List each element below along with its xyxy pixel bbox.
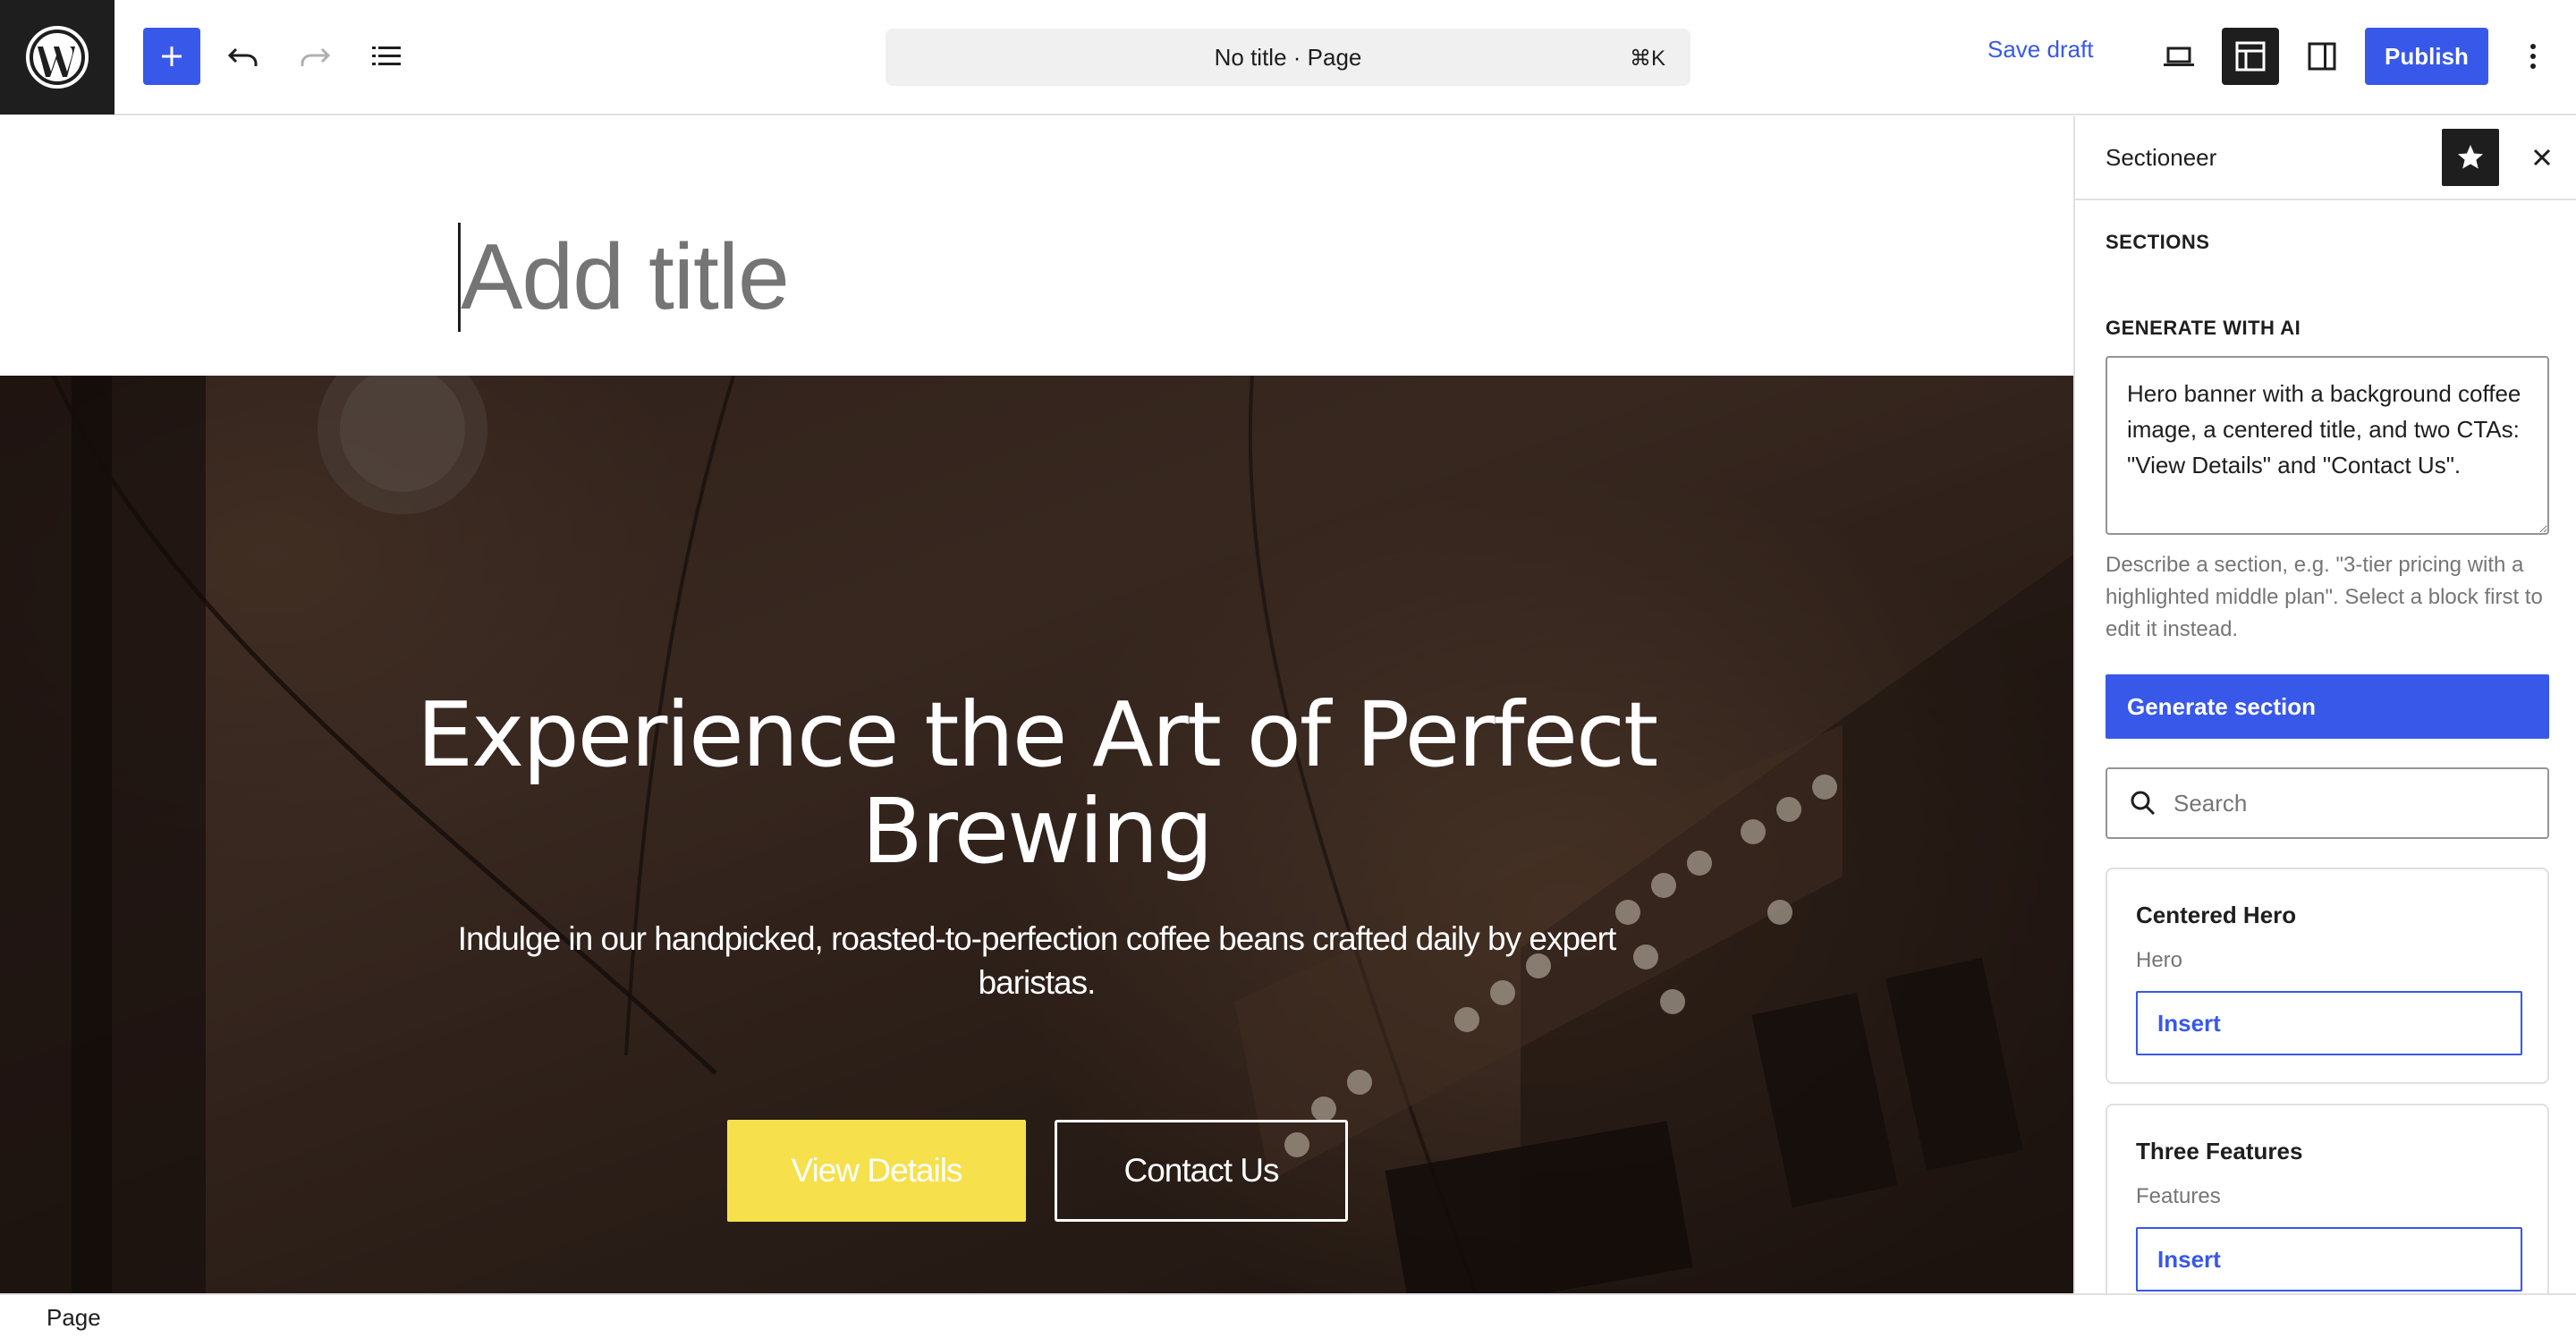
section-card-title: Three Features <box>2136 1138 2303 1164</box>
insert-centered-hero-button[interactable]: Insert <box>2136 991 2522 1055</box>
desktop-icon <box>2164 47 2194 66</box>
publish-button[interactable]: Publish <box>2365 28 2488 85</box>
editor-toolbar: No title · Page ⌘K Save draft Publish <box>0 0 2576 115</box>
section-search-field[interactable]: Search <box>2106 767 2549 839</box>
redo-button[interactable] <box>286 28 343 85</box>
document-title-command-bar[interactable]: No title · Page ⌘K <box>886 29 1690 86</box>
hero-cover-block[interactable]: Experience the Art of Perfect Brewing In… <box>0 376 2073 1293</box>
star-icon <box>2458 145 2483 169</box>
post-title-field[interactable]: Add title <box>458 219 790 335</box>
close-icon <box>2533 148 2551 166</box>
document-overview-button[interactable] <box>358 28 415 85</box>
add-block-button[interactable] <box>143 28 200 85</box>
options-menu-button[interactable] <box>2504 28 2562 85</box>
list-view-icon <box>372 47 401 65</box>
sidebar-header: Sectioneer <box>2075 116 2576 200</box>
undo-icon <box>227 47 258 66</box>
hero-subtitle[interactable]: Indulge in our handpicked, roasted-to-pe… <box>455 917 1618 1004</box>
section-card-title: Centered Hero <box>2136 902 2297 928</box>
section-card-category: Hero <box>2136 948 2183 972</box>
more-vertical-icon <box>2530 44 2536 69</box>
search-icon <box>2131 791 2156 816</box>
section-card: Three Features Features Insert <box>2106 1104 2549 1293</box>
plus-icon <box>162 47 182 66</box>
save-draft-button[interactable]: Save draft <box>1987 36 2094 64</box>
ai-prompt-input[interactable]: Hero banner with a background coffee ima… <box>2106 356 2549 535</box>
contact-us-button[interactable]: Contact Us <box>1055 1120 1348 1222</box>
insert-three-features-button[interactable]: Insert <box>2136 1227 2522 1291</box>
generate-section-button[interactable]: Generate section <box>2106 674 2549 739</box>
block-breadcrumb-bar: Page <box>0 1293 2576 1338</box>
title-placeholder: Add title <box>461 224 790 329</box>
prompt-help-text: Describe a section, e.g. "3-tier pricing… <box>2106 553 2543 641</box>
search-placeholder: Search <box>2174 789 2248 817</box>
sidebar-title: Sectioneer <box>2106 144 2217 171</box>
editor-canvas: Add title Experience the Art of Perfect … <box>0 116 2073 1293</box>
document-title: No title · Page <box>1214 43 1362 71</box>
preview-device-button[interactable] <box>2150 28 2207 85</box>
pin-plugin-button[interactable] <box>2442 129 2499 186</box>
command-shortcut: ⌘K <box>1629 47 1665 71</box>
section-card: Centered Hero Hero Insert <box>2106 868 2549 1084</box>
hero-heading[interactable]: Experience the Art of Perfect Brewing <box>411 687 1663 880</box>
close-sidebar-button[interactable] <box>2513 129 2571 186</box>
undo-button[interactable] <box>215 28 272 85</box>
sectioneer-sidebar: Sectioneer SECTIONS GENERATE WITH AI Her… <box>2073 116 2576 1293</box>
generate-ai-heading: GENERATE WITH AI <box>2106 317 2301 339</box>
template-panel-button[interactable] <box>2222 28 2279 85</box>
sidebar-icon <box>2308 42 2336 71</box>
layout-icon <box>2235 41 2266 72</box>
wordpress-logo-icon[interactable] <box>0 0 114 114</box>
section-card-category: Features <box>2136 1184 2221 1208</box>
view-details-button[interactable]: View Details <box>727 1120 1026 1222</box>
redo-icon <box>301 47 331 66</box>
settings-sidebar-toggle[interactable] <box>2293 28 2351 85</box>
breadcrumb-page[interactable]: Page <box>47 1304 101 1332</box>
sections-heading: SECTIONS <box>2106 231 2210 253</box>
hero-content: Experience the Art of Perfect Brewing In… <box>0 376 2073 1293</box>
